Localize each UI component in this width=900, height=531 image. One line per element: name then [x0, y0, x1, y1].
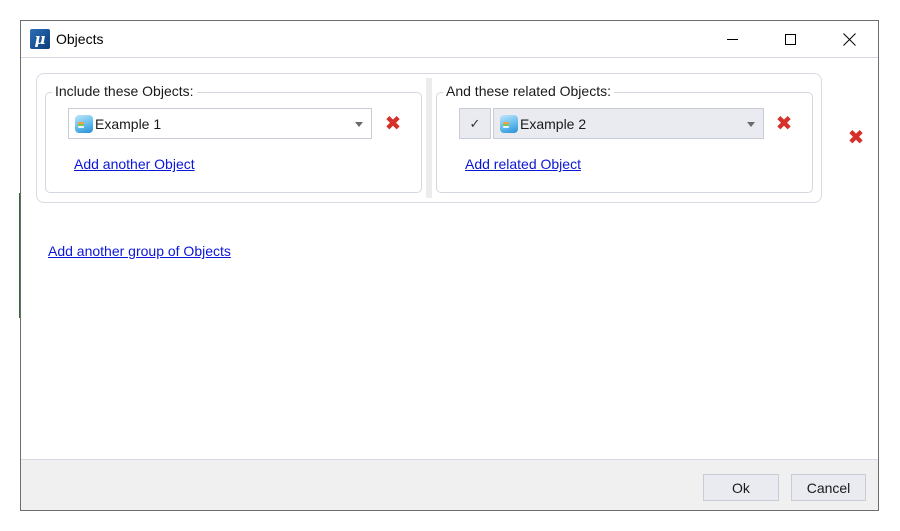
object-cube-icon [500, 114, 518, 133]
close-button[interactable] [826, 21, 872, 58]
remove-related-object-button[interactable]: ✖ [775, 113, 793, 133]
related-object-value: Example 2 [520, 115, 587, 132]
chevron-down-icon [747, 122, 755, 127]
add-another-group-link[interactable]: Add another group of Objects [48, 243, 231, 259]
include-object-combo[interactable]: Example 1 [68, 108, 372, 139]
related-objects-legend: And these related Objects: [443, 83, 614, 99]
add-related-object-link[interactable]: Add related Object [465, 156, 581, 172]
objects-dialog: μ Objects Include these Objects: Example… [20, 20, 879, 511]
maximize-icon [784, 34, 796, 45]
related-object-toggle[interactable]: ✓ [459, 108, 491, 139]
include-objects-legend: Include these Objects: [52, 83, 197, 99]
window-title: Objects [56, 31, 104, 47]
close-icon [843, 33, 856, 46]
chevron-down-icon [355, 122, 363, 127]
title-bar: μ Objects [21, 21, 878, 58]
ok-button[interactable]: Ok [703, 474, 779, 501]
minimize-icon [726, 39, 738, 40]
maximize-button[interactable] [767, 21, 813, 58]
dialog-footer: Ok Cancel [21, 460, 878, 510]
object-cube-icon [75, 114, 93, 133]
group-splitter[interactable] [426, 78, 432, 198]
cancel-button[interactable]: Cancel [791, 474, 866, 501]
remove-group-button[interactable]: ✖ [847, 127, 865, 147]
remove-include-object-button[interactable]: ✖ [384, 113, 402, 133]
include-object-value: Example 1 [95, 115, 162, 132]
checkmark-icon: ✓ [469, 115, 481, 131]
related-object-combo[interactable]: Example 2 [493, 108, 764, 139]
minimize-button[interactable] [709, 21, 755, 58]
add-another-object-link[interactable]: Add another Object [74, 156, 195, 172]
mu-logo-icon: μ [30, 29, 50, 49]
